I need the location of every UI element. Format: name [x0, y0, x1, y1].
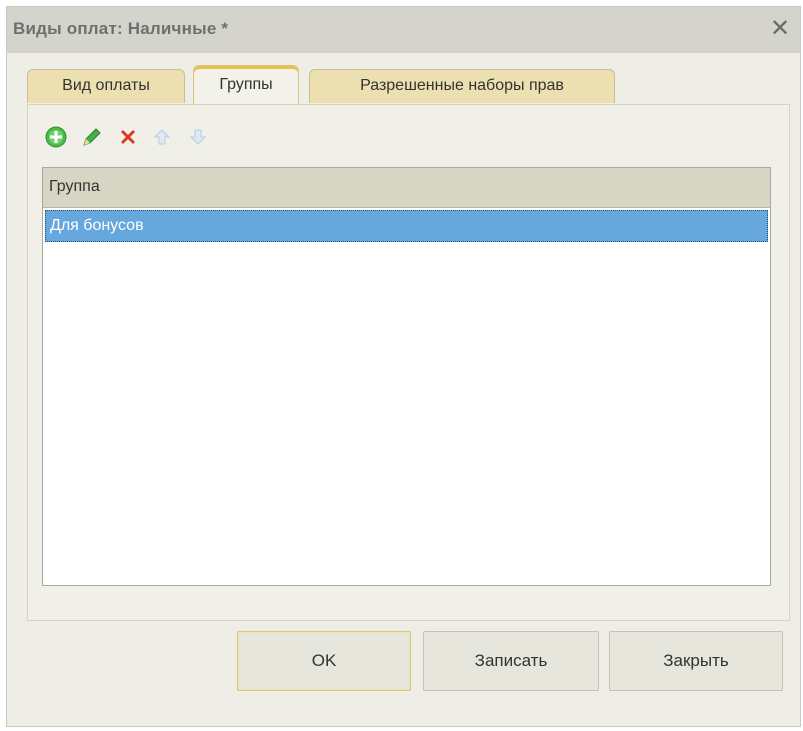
tab-label: Разрешенные наборы прав: [360, 77, 564, 94]
tab-label: Группы: [219, 76, 273, 93]
dialog-window: Виды оплат: Наличные * ✕ Вид оплаты Груп…: [6, 6, 801, 727]
cell-group: Для бонусов: [50, 217, 144, 234]
groups-table: Группа Для бонусов: [42, 167, 771, 586]
table-row[interactable]: Для бонусов: [45, 210, 768, 242]
save-button[interactable]: Записать: [423, 631, 599, 691]
delete-icon[interactable]: [116, 125, 140, 149]
table-header: Группа: [43, 168, 770, 208]
add-icon[interactable]: [44, 125, 68, 149]
title-bar[interactable]: Виды оплат: Наличные * ✕: [7, 7, 800, 53]
edit-icon[interactable]: [80, 125, 104, 149]
window-title: Виды оплат: Наличные *: [13, 19, 229, 38]
ok-button[interactable]: OK: [237, 631, 411, 691]
tab-label: Вид оплаты: [62, 77, 150, 94]
close-icon[interactable]: ✕: [766, 15, 794, 43]
groups-tab-panel: Группа Для бонусов: [27, 104, 790, 621]
move-down-icon[interactable]: [186, 125, 210, 149]
close-button[interactable]: Закрыть: [609, 631, 783, 691]
tab-groups[interactable]: Группы: [193, 65, 299, 105]
move-up-icon[interactable]: [150, 125, 174, 149]
tab-allowed-rights-sets[interactable]: Разрешенные наборы прав: [309, 69, 615, 103]
tab-payment-type[interactable]: Вид оплаты: [27, 69, 185, 103]
column-header-group[interactable]: Группа: [49, 178, 100, 196]
